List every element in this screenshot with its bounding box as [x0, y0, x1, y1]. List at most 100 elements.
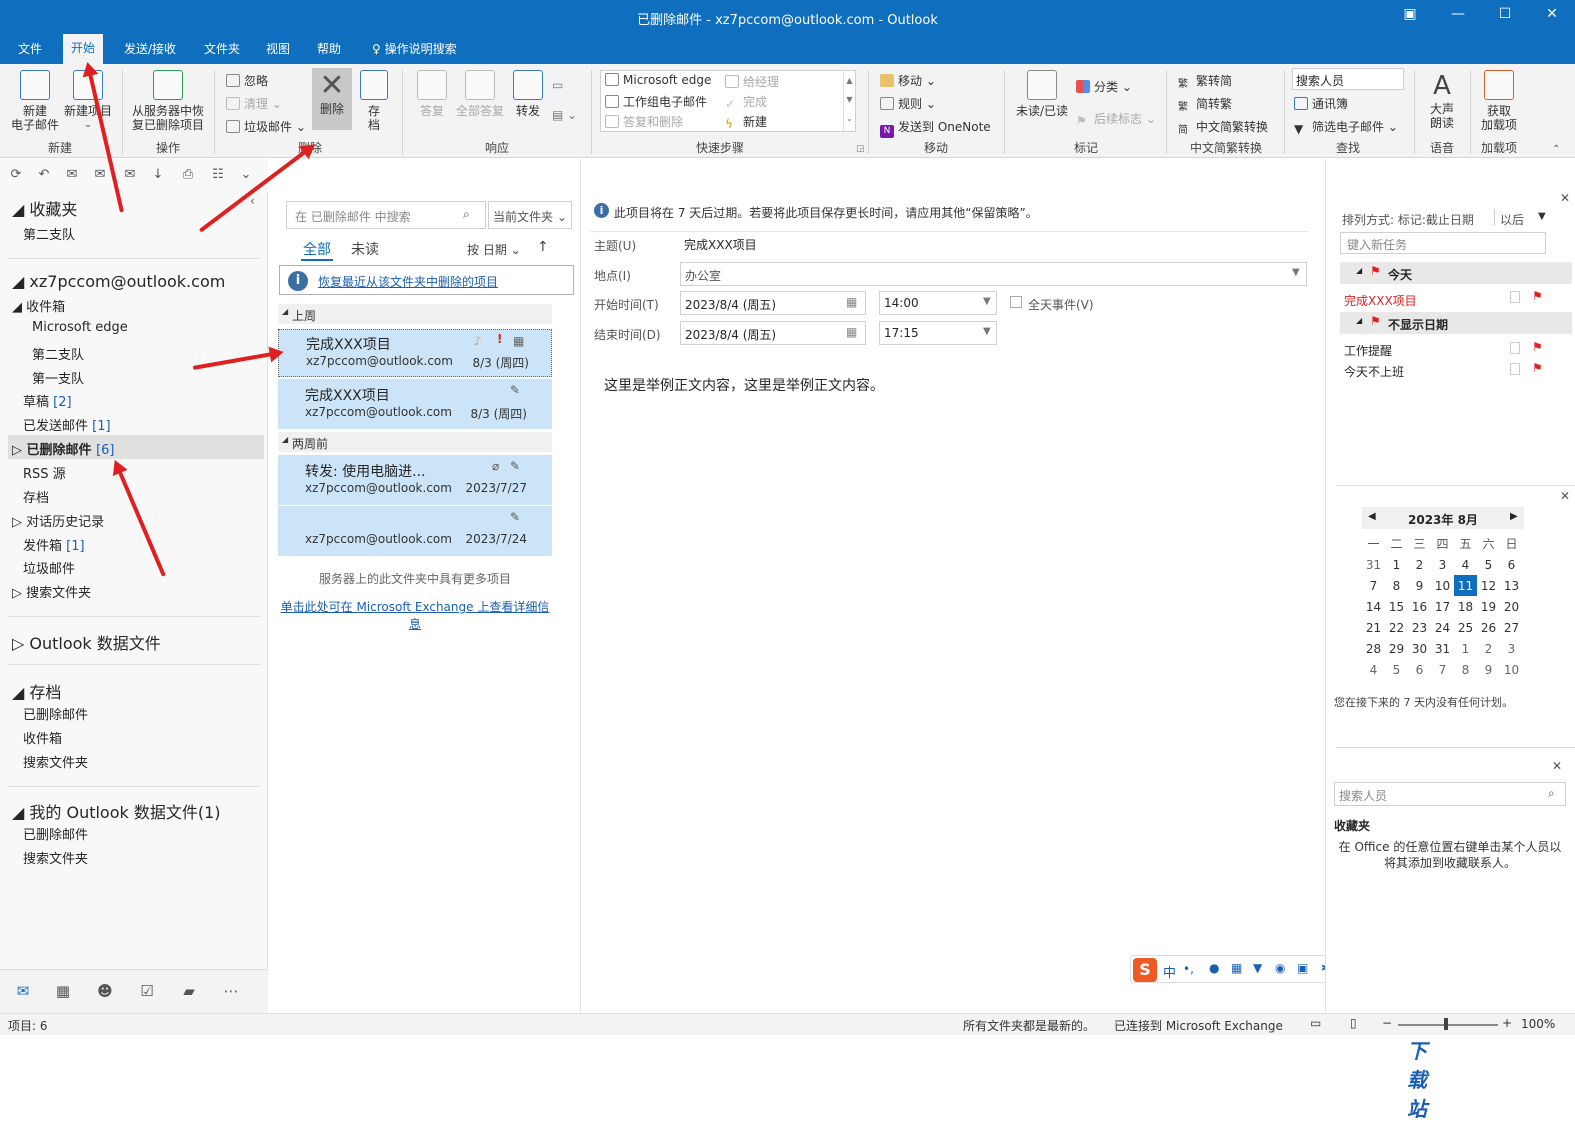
forward-button[interactable]: 转发	[510, 70, 546, 118]
mail-icon[interactable]: ✉	[12, 982, 34, 1002]
delete-button[interactable]: ✕ 删除	[312, 68, 352, 130]
chinese-conversion-button[interactable]: 简中文简繁转换	[1178, 118, 1268, 136]
quickstep-team-email[interactable]: 工作组电子邮件	[605, 93, 707, 110]
zoom-out-icon[interactable]: −	[1382, 1016, 1392, 1030]
search-people-input[interactable]: 搜索人员	[1292, 68, 1404, 90]
task-checkbox[interactable]	[1510, 342, 1520, 354]
folder-inbox-team2[interactable]: 第二支队	[32, 344, 84, 363]
reply-qat-icon[interactable]: ✉	[64, 167, 80, 183]
junk-button[interactable]: 垃圾邮件 ⌄	[226, 118, 306, 135]
print-icon[interactable]: ⎙	[180, 167, 196, 183]
calendar-day[interactable]: 30	[1408, 638, 1431, 659]
calendar-day[interactable]: 24	[1431, 617, 1454, 638]
folder-junk[interactable]: 垃圾邮件	[23, 558, 75, 577]
customize-qat-icon[interactable]: ⌄	[238, 167, 254, 183]
calendar-day[interactable]: 3	[1431, 554, 1454, 575]
end-time-field[interactable]: 17:15	[879, 321, 997, 345]
task-checkbox[interactable]	[1510, 291, 1520, 303]
more-apps-icon[interactable]: ⋯	[220, 982, 242, 1002]
location-field[interactable]: 办公室	[680, 262, 1307, 286]
game-icon[interactable]: ◉	[1275, 961, 1285, 975]
tab-view[interactable]: 视图	[258, 40, 298, 57]
calendar-day[interactable]: 17	[1431, 596, 1454, 617]
calendar-day[interactable]: 6	[1408, 659, 1431, 680]
new-items-button[interactable]: 新建项目 ⌄	[60, 70, 116, 132]
people-icon[interactable]: ☻	[94, 982, 116, 1002]
today-header[interactable]: ◢ ⚑ 今天	[1340, 262, 1572, 284]
tasks-icon[interactable]: ☑	[136, 982, 158, 1002]
calendar-day[interactable]: 2	[1477, 638, 1500, 659]
search-scope-dropdown[interactable]: 当前文件夹 ⌄	[488, 201, 572, 229]
next-month-icon[interactable]: ▶	[1510, 511, 1518, 522]
skin-icon[interactable]: ▼	[1253, 961, 1262, 975]
calendar-day[interactable]: 13	[1500, 575, 1523, 596]
prev-month-icon[interactable]: ◀	[1368, 511, 1376, 522]
categorize-button[interactable]: 分类 ⌄	[1076, 78, 1132, 95]
task-checkbox[interactable]	[1510, 363, 1520, 375]
folder-archive-deleted[interactable]: 已删除邮件	[23, 704, 88, 723]
calendar-day[interactable]: 4	[1454, 554, 1477, 575]
calendar-day-today[interactable]: 11	[1454, 575, 1477, 596]
chevron-down-icon[interactable]: ▼	[983, 326, 991, 337]
folder-rss[interactable]: RSS 源	[23, 463, 66, 482]
forward-qat-icon[interactable]: ✉	[122, 167, 138, 183]
task-item[interactable]: 今天不上班	[1344, 363, 1404, 380]
address-book-button[interactable]: 通讯簿	[1294, 95, 1348, 112]
list-item[interactable]: 转发: 使用电脑进... xz7pccom@outlook.com 2023/7…	[278, 455, 552, 505]
tell-me-search[interactable]: ♀ 操作说明搜索	[364, 40, 465, 57]
ime-punct[interactable]: •,	[1183, 962, 1194, 976]
calendar-day[interactable]: 10	[1500, 659, 1523, 680]
reply-button[interactable]: 答复	[414, 70, 450, 118]
search-icon[interactable]: ⌕	[1548, 786, 1555, 801]
calendar-day[interactable]: 8	[1385, 575, 1408, 596]
chevron-down-icon[interactable]: ▼	[983, 296, 991, 307]
nodate-header[interactable]: ◢ ⚑ 不显示日期	[1340, 312, 1572, 334]
recover-link[interactable]: 恢复最近从该文件夹中删除的项目	[318, 273, 498, 290]
sort-direction-arrow-icon[interactable]: ↑	[537, 239, 549, 255]
start-time-field[interactable]: 14:00	[879, 291, 997, 315]
notes-icon[interactable]: ▰	[178, 982, 200, 1002]
calendar-picker-icon[interactable]: ▦	[846, 325, 857, 339]
address-qat-icon[interactable]: ☷	[210, 167, 226, 183]
calendar-picker-icon[interactable]: ▦	[846, 295, 857, 309]
flag-icon[interactable]: ⚑	[1532, 340, 1543, 354]
more-respond-dropdown[interactable]: ▤ ⌄	[552, 108, 577, 122]
calendar-day[interactable]: 3	[1500, 638, 1523, 659]
filter-unread-tab[interactable]: 未读	[351, 239, 379, 259]
account-header[interactable]: ◢ xz7pccom@outlook.com	[12, 272, 225, 291]
trad-to-simp-button[interactable]: 繁繁转简	[1178, 72, 1232, 90]
minimize-button[interactable]: —	[1443, 6, 1473, 28]
sogou-logo-icon[interactable]: S	[1133, 958, 1157, 982]
reply-all-button[interactable]: 全部答复	[454, 70, 506, 118]
read-aloud-button[interactable]: A 大声 朗读	[1422, 70, 1462, 130]
flag-icon[interactable]: ⚑	[1532, 361, 1543, 375]
task-item[interactable]: 工作提醒	[1344, 342, 1392, 359]
start-date-field[interactable]: 2023/8/4 (周五)	[680, 291, 866, 315]
get-addins-button[interactable]: 获取 加载项	[1476, 70, 1522, 132]
close-button[interactable]: ✕	[1537, 6, 1567, 28]
calendar-day[interactable]: 20	[1500, 596, 1523, 617]
calendar-day[interactable]: 19	[1477, 596, 1500, 617]
calendar-day[interactable]: 31	[1362, 554, 1385, 575]
chevron-down-icon[interactable]: ▼	[1538, 211, 1546, 222]
move-to-icon[interactable]: ↓	[150, 167, 166, 183]
tab-send-receive[interactable]: 发送/接收	[116, 40, 184, 57]
list-item[interactable]: 完成XXX项目 xz7pccom@outlook.com 8/3 (周四) ♪ …	[278, 329, 552, 377]
collapse-pane-icon[interactable]: ‹	[250, 194, 255, 208]
chevron-down-icon[interactable]: ▼	[1292, 267, 1300, 278]
search-input[interactable]: 在 已删除邮件 中搜索	[286, 201, 486, 229]
filter-email-button[interactable]: ▼ 筛选电子邮件 ⌄	[1294, 118, 1398, 136]
calendar-day[interactable]: 29	[1385, 638, 1408, 659]
ribbon-display-icon[interactable]: ▣	[1395, 6, 1425, 28]
outlook-data-header[interactable]: ▷ Outlook 数据文件	[12, 630, 161, 654]
folder-outbox[interactable]: 发件箱 [1]	[23, 535, 85, 554]
ignore-button[interactable]: 忽略	[226, 72, 268, 89]
calendar-day[interactable]: 5	[1385, 659, 1408, 680]
send-receive-icon[interactable]: ⟳	[8, 167, 24, 183]
quickstep-new[interactable]: ϟ 新建	[725, 113, 767, 131]
calendar-day[interactable]: 6	[1500, 554, 1523, 575]
close-calendar-icon[interactable]: ✕	[1560, 489, 1570, 503]
collapse-ribbon-icon[interactable]: ⌃	[1552, 144, 1560, 155]
tab-file[interactable]: 文件	[10, 40, 50, 57]
close-tasks-icon[interactable]: ✕	[1560, 191, 1570, 205]
